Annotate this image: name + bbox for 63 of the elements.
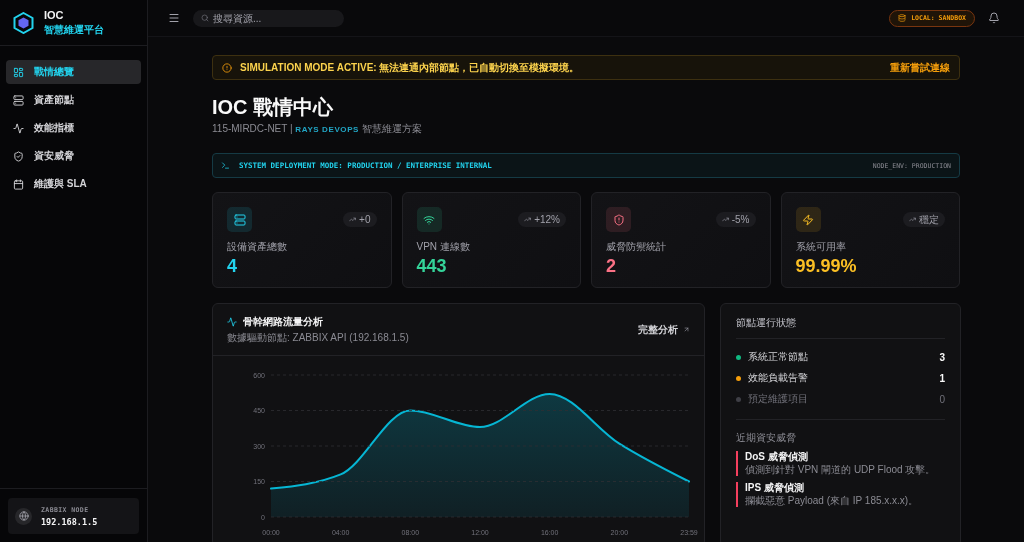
trend-text: +0 [359, 214, 371, 225]
page-subtitle: 115-MIRDC-NET | RAYS DEVOPS 智慧維運方案 [212, 122, 423, 136]
database-icon [898, 14, 907, 22]
nav-item[interactable]: 戰情總覽 [6, 60, 141, 84]
terminal-icon [221, 161, 230, 170]
alert-message: SIMULATION MODE ACTIVE: 無法連通內部節點，已自動切換至模擬環境。 [240, 60, 581, 75]
trending-up-icon [524, 216, 532, 223]
shield-check-icon [13, 150, 24, 162]
nav-item[interactable]: 效能指標 [6, 116, 141, 140]
search-field[interactable]: 搜尋資源... [193, 9, 344, 27]
status-label: 系統正常節點 [748, 350, 809, 364]
hexagon-icon [13, 11, 34, 34]
search-icon [201, 14, 209, 22]
stat-label: 系統可用率 [795, 241, 847, 253]
trending-up-icon [349, 216, 357, 223]
brand-name: IOC [44, 8, 65, 21]
server-icon [13, 94, 24, 106]
panel-title: 節點運行狀態 [736, 316, 797, 330]
status-count: 3 [939, 351, 945, 363]
panel-subtitle: 數據驅動節點: ZABBIX API (192.168.1.5) [227, 330, 409, 345]
status-count: 0 [939, 393, 945, 405]
retry-link[interactable]: 重新嘗試連線 [890, 60, 950, 75]
trending-up-icon [721, 216, 729, 223]
stat-label: 設備資產總數 [227, 241, 288, 253]
brand-subtitle: 智慧維運平台 [44, 22, 104, 37]
status-label: 預定維護項目 [748, 392, 809, 406]
stat-value: 99.99% [795, 255, 858, 277]
threat-description: 偵測到針對 VPN 閘道的 UDP Flood 攻擊。 [745, 464, 937, 476]
threat-description: 攔截惡意 Payload (來自 IP 185.x.x.x)。 [745, 495, 920, 507]
trend-text: +12% [534, 214, 560, 225]
trending-up-icon [909, 216, 916, 223]
nav-item[interactable]: 維護與 SLA [6, 172, 141, 196]
dashboard-icon [13, 66, 24, 78]
nav-item[interactable]: 資產節點 [6, 88, 141, 112]
nav-item[interactable]: 資安威脅 [6, 144, 141, 168]
panel-title: 骨幹網路流量分析 [243, 314, 323, 329]
threat-title: IPS 威脅偵測 [745, 482, 805, 494]
threat-title: DoS 威脅偵測 [745, 451, 809, 463]
shield-alert-icon [606, 207, 631, 232]
status-count: 1 [939, 372, 945, 384]
stat-value: 4 [227, 255, 238, 277]
page-title: IOC 戰情中心 [212, 95, 335, 120]
trend-text: 穩定 [919, 212, 939, 227]
threats-heading: 近期資安威脅 [736, 431, 797, 444]
node-address: 192.168.1.5 [41, 516, 98, 527]
status-label: 效能負載告警 [748, 371, 809, 385]
alert-icon [222, 62, 232, 73]
menu-icon[interactable] [168, 12, 180, 24]
pulse-icon [13, 122, 24, 134]
stat-value: 443 [416, 255, 448, 277]
wifi-icon [416, 207, 442, 232]
globe-icon [15, 507, 32, 525]
bell-icon[interactable] [988, 12, 1000, 24]
lightning-icon [795, 207, 821, 232]
arrow-up-right-icon [683, 326, 690, 333]
stat-value: 2 [606, 255, 617, 277]
stat-label: 威脅防禦統計 [606, 241, 667, 253]
calendar-icon [13, 178, 24, 190]
server-icon [227, 207, 252, 232]
full-analysis-link[interactable]: 完整分析 [638, 322, 690, 337]
pulse-icon [227, 316, 237, 327]
stat-label: VPN 連線數 [416, 241, 471, 253]
trend-text: -5% [731, 214, 750, 225]
